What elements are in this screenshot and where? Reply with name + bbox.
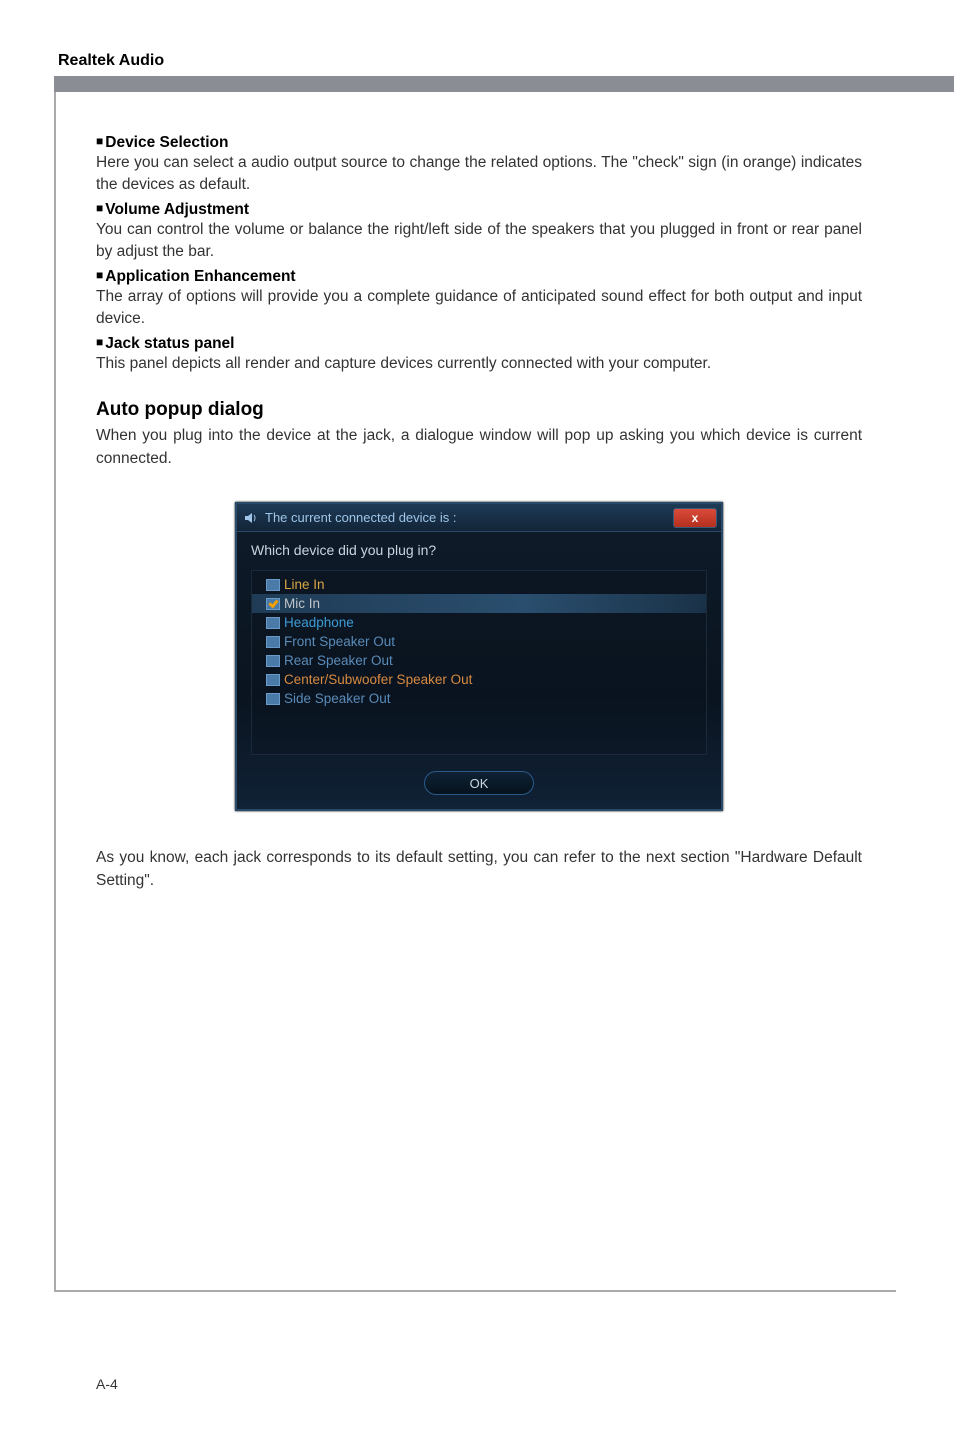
- device-option-micin[interactable]: Mic In: [252, 594, 706, 613]
- checkbox-icon: [266, 617, 280, 629]
- outro-auto-popup: As you know, each jack corresponds to it…: [96, 847, 862, 892]
- device-label: Center/Subwoofer Speaker Out: [284, 672, 472, 687]
- device-option-linein[interactable]: Line In: [252, 575, 706, 594]
- dialog-title-text: The current connected device is :: [265, 510, 673, 525]
- device-option-headphone[interactable]: Headphone: [252, 613, 706, 632]
- heading-jack-status: ■Jack status panel: [96, 335, 862, 353]
- heading-volume-adjustment: ■Volume Adjustment: [96, 201, 862, 219]
- intro-auto-popup: When you plug into the device at the jac…: [96, 425, 862, 470]
- heading-jack-status-text: Jack status panel: [105, 335, 234, 352]
- device-dialog: The current connected device is : x Whic…: [235, 502, 723, 811]
- checkbox-icon: [266, 674, 280, 686]
- close-button[interactable]: x: [673, 508, 717, 528]
- dialog-titlebar: The current connected device is : x: [237, 504, 721, 532]
- body-application-enhancement: The array of options will provide you a …: [96, 286, 862, 331]
- heading-application-enhancement: ■Application Enhancement: [96, 268, 862, 286]
- checkbox-icon: [266, 655, 280, 667]
- heading-device-selection: ■Device Selection: [96, 134, 862, 152]
- heading-application-enhancement-text: Application Enhancement: [105, 268, 295, 285]
- page-header-title: Realtek Audio: [58, 52, 896, 70]
- device-label: Line In: [284, 577, 325, 592]
- dialog-body: Which device did you plug in? Line In Mi…: [237, 532, 721, 809]
- device-label: Rear Speaker Out: [284, 653, 393, 668]
- device-label: Headphone: [284, 615, 354, 630]
- heading-device-selection-text: Device Selection: [105, 134, 228, 151]
- speaker-icon: [243, 510, 259, 526]
- checkbox-icon: [266, 636, 280, 648]
- device-option-rear-speaker[interactable]: Rear Speaker Out: [252, 651, 706, 670]
- device-label: Mic In: [284, 596, 320, 611]
- checkbox-icon: [266, 579, 280, 591]
- checkbox-icon: [266, 693, 280, 705]
- body-device-selection: Here you can select a audio output sourc…: [96, 152, 862, 197]
- checkbox-checked-icon: [266, 598, 280, 610]
- ok-button-label: OK: [470, 776, 489, 791]
- body-jack-status: This panel depicts all render and captur…: [96, 353, 862, 375]
- content-area: ■Device Selection Here you can select a …: [54, 92, 896, 1292]
- close-icon: x: [692, 511, 699, 525]
- body-volume-adjustment: You can control the volume or balance th…: [96, 219, 862, 264]
- dialog-prompt: Which device did you plug in?: [251, 542, 707, 558]
- device-label: Front Speaker Out: [284, 634, 395, 649]
- header-divider-bar: [54, 76, 954, 92]
- ok-button[interactable]: OK: [424, 771, 534, 795]
- device-option-front-speaker[interactable]: Front Speaker Out: [252, 632, 706, 651]
- heading-volume-adjustment-text: Volume Adjustment: [105, 201, 249, 218]
- device-label: Side Speaker Out: [284, 691, 391, 706]
- heading-auto-popup: Auto popup dialog: [96, 399, 862, 421]
- device-option-side-speaker[interactable]: Side Speaker Out: [252, 689, 706, 708]
- page-number: A-4: [96, 1376, 118, 1392]
- device-option-center-subwoofer[interactable]: Center/Subwoofer Speaker Out: [252, 670, 706, 689]
- device-list: Line In Mic In Headphone Front Spea: [251, 570, 707, 755]
